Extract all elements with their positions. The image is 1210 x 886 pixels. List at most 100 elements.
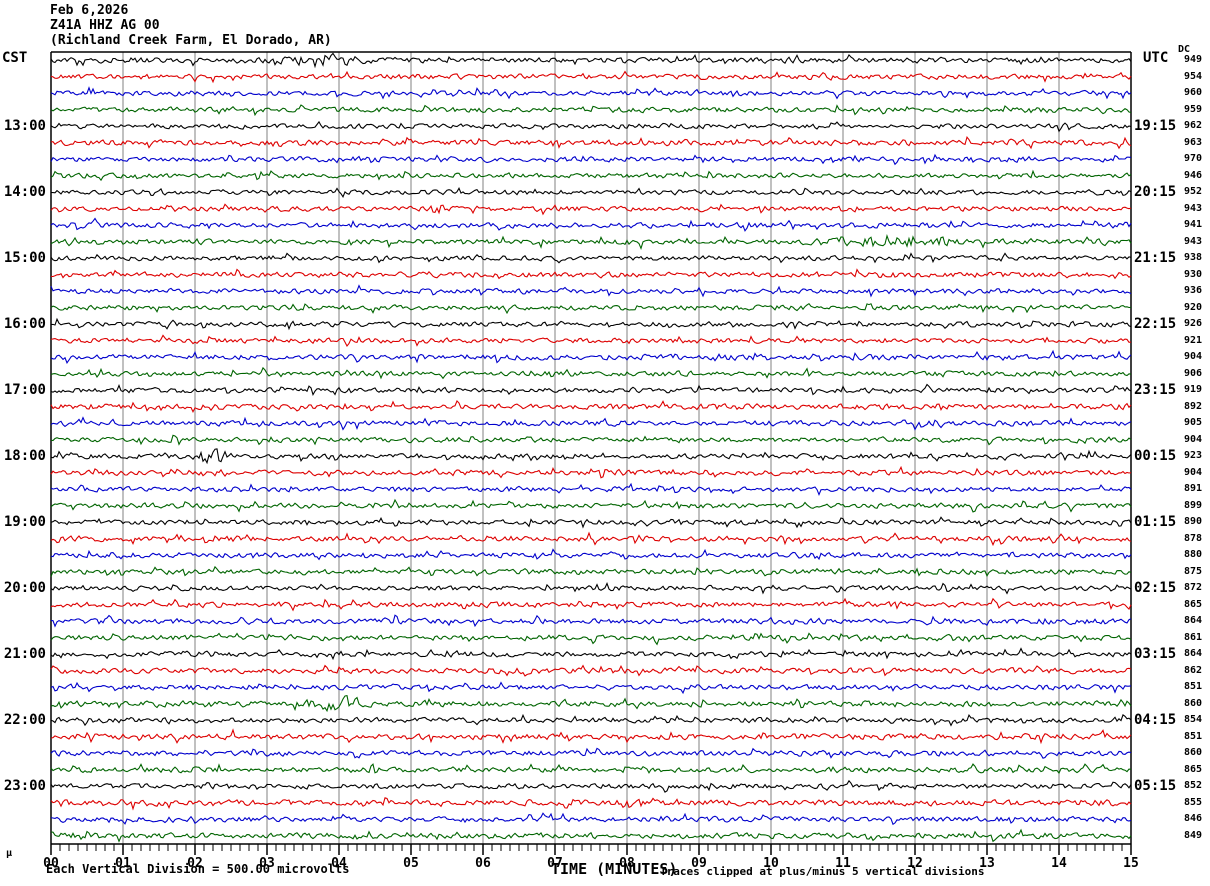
dc-value: 943 [1184, 202, 1203, 214]
dc-value: 963 [1184, 136, 1203, 148]
utc-hour-label: 04:15 [1134, 712, 1177, 729]
dc-value: 880 [1184, 549, 1203, 561]
dc-value: 890 [1184, 516, 1203, 528]
trace-row [50, 548, 1132, 561]
dc-value: 865 [1184, 763, 1203, 775]
trace-row [50, 268, 1132, 280]
trace-row [50, 565, 1132, 578]
trace-row [50, 136, 1132, 150]
dc-value: 954 [1184, 70, 1203, 82]
dc-value: 926 [1184, 318, 1203, 330]
trace-row [50, 187, 1132, 198]
trace-row [50, 120, 1132, 133]
dc-value: 904 [1184, 466, 1203, 478]
x-axis-title: TIME (MINUTES) [551, 860, 678, 878]
cst-hour-label: 13:00 [3, 118, 46, 135]
trace-row [50, 531, 1132, 547]
trace-row [50, 797, 1132, 811]
trace-row [50, 366, 1132, 380]
utc-hour-label: 20:15 [1134, 184, 1177, 201]
trace-row [50, 694, 1132, 713]
dc-value: 962 [1184, 120, 1203, 132]
dc-value: 904 [1184, 433, 1203, 445]
trace-row [50, 664, 1132, 677]
trace-row [50, 465, 1132, 479]
dc-value: 872 [1184, 582, 1203, 594]
helicorder-screen: Feb 6,2026 Z41A HHZ AG 00 (Richland Cree… [0, 0, 1210, 886]
trace-row [50, 302, 1132, 315]
cst-hour-label: 23:00 [3, 778, 46, 795]
trace-row [50, 383, 1132, 396]
trace-row [50, 448, 1132, 465]
trace-row [50, 86, 1132, 100]
utc-hour-label: 02:15 [1134, 580, 1177, 597]
dc-value: 959 [1184, 103, 1203, 115]
dc-value: 930 [1184, 268, 1203, 280]
dc-value: 892 [1184, 400, 1203, 412]
dc-value: 904 [1184, 351, 1203, 363]
dc-value: 849 [1184, 829, 1203, 841]
dc-value: 860 [1184, 697, 1203, 709]
dc-value: 864 [1184, 648, 1203, 660]
dc-value: 906 [1184, 367, 1203, 379]
trace-row [50, 104, 1132, 117]
trace-row [50, 52, 1132, 69]
corner-glyph: µ [6, 848, 13, 859]
cst-hour-label: 22:00 [3, 712, 46, 729]
trace-row [50, 713, 1132, 727]
dc-value: 865 [1184, 598, 1203, 610]
dc-value: 919 [1184, 384, 1203, 396]
dc-value: 949 [1184, 54, 1203, 66]
dc-value: 861 [1184, 631, 1203, 643]
cst-hour-label: 19:00 [3, 514, 46, 531]
trace-row [50, 614, 1132, 628]
cst-hour-label: 18:00 [3, 448, 46, 465]
dc-value: 946 [1184, 169, 1203, 181]
dc-value: 960 [1184, 87, 1203, 99]
trace-row [50, 779, 1132, 793]
utc-hour-label: 23:15 [1134, 382, 1177, 399]
trace-row [50, 828, 1132, 843]
dc-value: 851 [1184, 681, 1203, 693]
dc-value: 923 [1184, 450, 1203, 462]
dc-value: 875 [1184, 565, 1203, 577]
utc-hour-label: 01:15 [1134, 514, 1177, 531]
trace-row [50, 647, 1132, 661]
dc-value: 952 [1184, 186, 1203, 198]
dc-value: 846 [1184, 813, 1203, 825]
trace-row [50, 416, 1132, 431]
cst-hour-label: 20:00 [3, 580, 46, 597]
utc-hour-label: 05:15 [1134, 778, 1177, 795]
dc-value: 864 [1184, 615, 1203, 627]
dc-value: 905 [1184, 417, 1203, 429]
trace-row [50, 632, 1132, 646]
dc-value: 899 [1184, 499, 1203, 511]
utc-hour-label: 03:15 [1134, 646, 1177, 663]
trace-row [50, 681, 1132, 695]
trace-row [50, 349, 1132, 364]
trace-row [50, 203, 1132, 216]
trace-row [50, 70, 1132, 84]
dc-value: 862 [1184, 664, 1203, 676]
dc-value: 943 [1184, 235, 1203, 247]
dc-value: 855 [1184, 796, 1203, 808]
trace-row [50, 482, 1132, 497]
dc-value: 970 [1184, 153, 1203, 165]
trace-row [50, 234, 1132, 251]
trace-row [50, 763, 1132, 775]
utc-hour-label: 00:15 [1134, 448, 1177, 465]
trace-row [50, 516, 1132, 529]
utc-hour-label: 22:15 [1134, 316, 1177, 333]
dc-value: 854 [1184, 714, 1203, 726]
trace-row [50, 747, 1132, 759]
utc-hour-label: 19:15 [1134, 118, 1177, 135]
trace-row [50, 434, 1132, 446]
trace-row [50, 812, 1132, 826]
cst-hour-label: 15:00 [3, 250, 46, 267]
cst-hour-label: 21:00 [3, 646, 46, 663]
dc-value: 851 [1184, 730, 1203, 742]
dc-value: 938 [1184, 252, 1203, 264]
trace-row [50, 728, 1132, 745]
trace-row [50, 498, 1132, 513]
trace-row [50, 582, 1132, 595]
